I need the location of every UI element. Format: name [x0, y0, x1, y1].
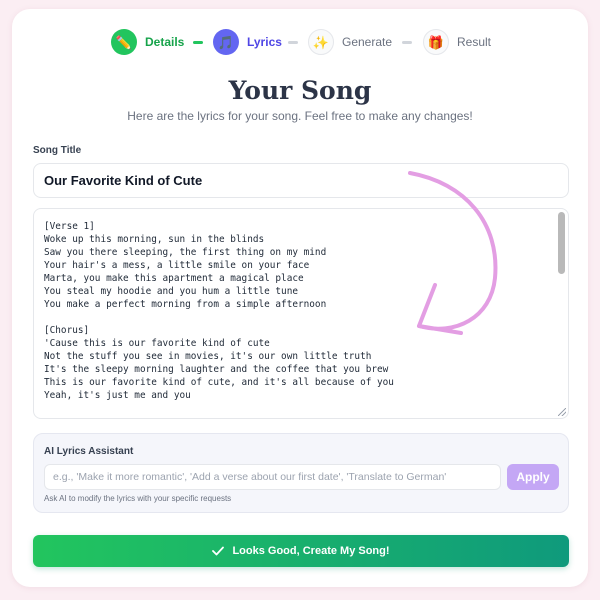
resize-handle-icon[interactable] [558, 408, 566, 416]
step-connector [288, 41, 298, 44]
step-result-label: Result [457, 35, 492, 49]
create-song-button[interactable]: Looks Good, Create My Song! [33, 535, 569, 567]
step-details-label: Details [145, 35, 185, 49]
step-generate-label: Generate [342, 35, 393, 49]
page-subtitle: Here are the lyrics for your song. Feel … [127, 109, 473, 123]
ai-request-input[interactable] [44, 464, 501, 490]
lyrics-scrollbar[interactable] [558, 212, 565, 406]
apply-button[interactable]: Apply [507, 464, 559, 490]
ai-assistant-label: AI Lyrics Assistant [44, 446, 134, 457]
step-result[interactable]: 🎁 Result [423, 28, 491, 56]
step-generate[interactable]: ✨ Generate [308, 28, 392, 56]
pencil-icon: ✏️ [111, 29, 137, 55]
step-details[interactable]: ✏️ Details [111, 28, 184, 56]
ai-assistant-panel: AI Lyrics Assistant Apply Ask AI to modi… [33, 433, 569, 513]
step-lyrics-label: Lyrics [247, 35, 282, 49]
progress-stepper: ✏️ Details 🎵 Lyrics ✨ Generate 🎁 Result [0, 28, 600, 56]
curved-arrow-icon [408, 171, 498, 335]
sparkles-icon: ✨ [308, 29, 334, 55]
check-icon [212, 546, 225, 556]
page-title: Your Song [228, 76, 372, 105]
scrollbar-thumb[interactable] [558, 212, 565, 274]
step-connector [193, 41, 203, 44]
music-note-icon: 🎵 [213, 29, 239, 55]
step-connector [402, 41, 412, 44]
create-song-label: Looks Good, Create My Song! [232, 545, 390, 557]
step-lyrics[interactable]: 🎵 Lyrics [213, 28, 282, 56]
song-title-label: Song Title [33, 145, 82, 156]
gift-icon: 🎁 [423, 29, 449, 55]
ai-assistant-hint: Ask AI to modify the lyrics with your sp… [44, 494, 232, 503]
